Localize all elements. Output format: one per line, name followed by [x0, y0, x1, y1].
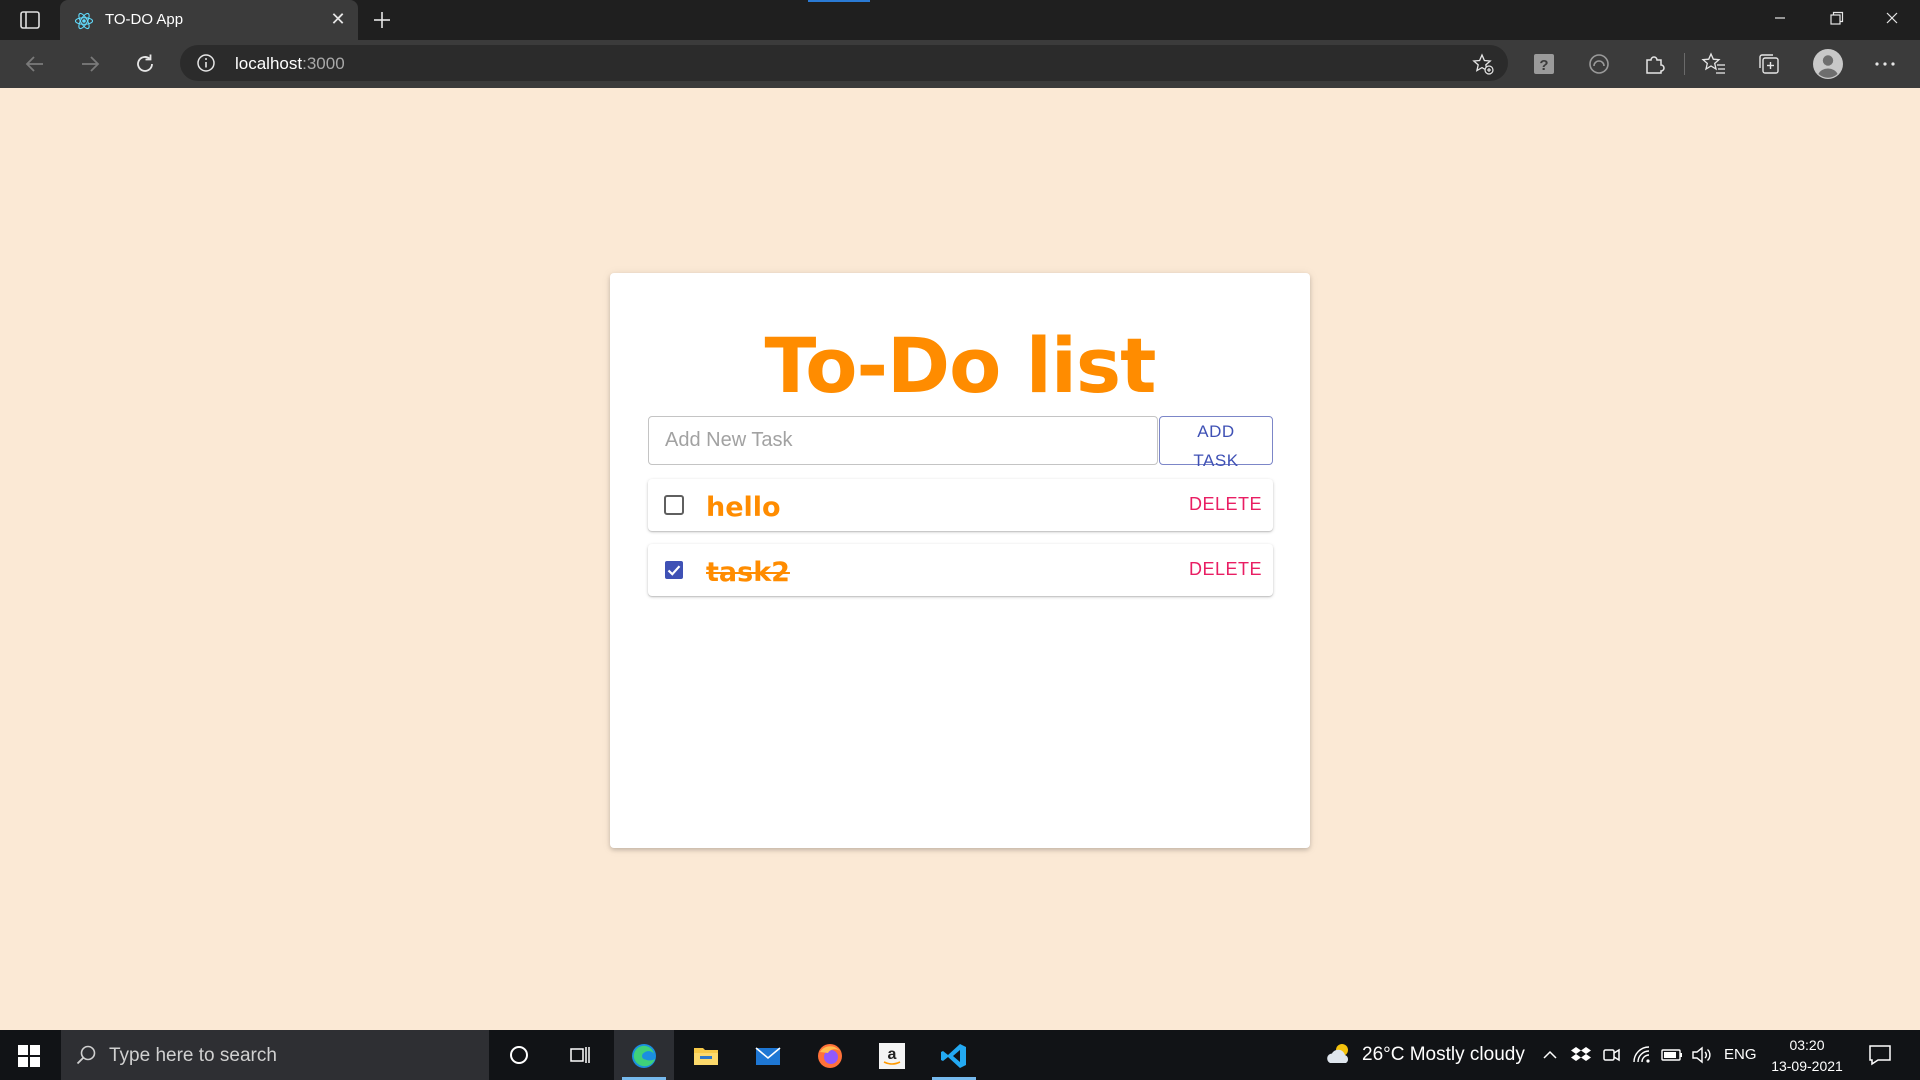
- taskbar-app-mail[interactable]: [738, 1030, 798, 1080]
- extension-circle-icon[interactable]: [1586, 51, 1612, 77]
- taskbar-app-file-explorer[interactable]: [676, 1030, 736, 1080]
- edge-icon: [632, 1044, 656, 1068]
- system-clock[interactable]: 03:20 13-09-2021: [1766, 1035, 1848, 1077]
- address-bar[interactable]: localhost:3000: [180, 45, 1508, 81]
- browser-titlebar: TO-DO App ✕: [0, 0, 1920, 40]
- language-indicator[interactable]: ENG: [1724, 1046, 1757, 1063]
- new-tab-icon[interactable]: [368, 6, 396, 34]
- taskbar-search[interactable]: Type here to search: [61, 1030, 489, 1080]
- back-arrow-icon[interactable]: [21, 50, 49, 78]
- page-title: To-Do list: [764, 321, 1157, 410]
- task-item: task2 DELETE: [648, 544, 1273, 596]
- amazon-icon: a: [879, 1043, 905, 1069]
- address-host: localhost: [235, 54, 303, 73]
- address-url: localhost:3000: [235, 54, 345, 74]
- taskbar-app-vscode[interactable]: [924, 1030, 984, 1080]
- tab-accent-line: [808, 0, 870, 2]
- wifi-icon[interactable]: [1631, 1044, 1653, 1066]
- svg-text:?: ?: [1539, 57, 1548, 74]
- checkbox-checked-icon[interactable]: [662, 558, 686, 582]
- tab-actions-icon[interactable]: [20, 11, 40, 29]
- profile-avatar-icon[interactable]: [1812, 48, 1844, 80]
- volume-icon[interactable]: [1690, 1044, 1712, 1066]
- minimize-icon[interactable]: [1752, 0, 1808, 36]
- refresh-icon[interactable]: [131, 50, 159, 78]
- react-icon: [74, 12, 94, 30]
- meet-now-icon[interactable]: [1600, 1044, 1622, 1066]
- tab-title: TO-DO App: [105, 11, 184, 28]
- windows-start-icon[interactable]: [18, 1045, 40, 1067]
- extensions-puzzle-icon[interactable]: [1641, 51, 1667, 77]
- favorites-icon[interactable]: [1701, 51, 1727, 77]
- vscode-icon: [941, 1044, 966, 1068]
- taskbar-app-amazon[interactable]: a: [862, 1030, 922, 1080]
- add-task-label-line1: ADD: [1197, 422, 1235, 441]
- tab-close-icon[interactable]: ✕: [328, 9, 348, 29]
- windows-taskbar: Type here to search a 26°C Mostly cloudy…: [0, 1030, 1920, 1080]
- search-placeholder: Type here to search: [109, 1045, 277, 1066]
- toolbar-separator: [1684, 53, 1685, 75]
- clock-time: 03:20: [1789, 1037, 1825, 1053]
- notifications-icon[interactable]: [1868, 1044, 1892, 1066]
- delete-button[interactable]: DELETE: [1184, 494, 1262, 515]
- browser-tab-active[interactable]: TO-DO App ✕: [60, 0, 358, 40]
- task-text-completed: task2: [706, 557, 790, 588]
- taskbar-app-firefox[interactable]: [800, 1030, 860, 1080]
- new-task-field[interactable]: [648, 416, 1158, 465]
- weather-text[interactable]: 26°C Mostly cloudy: [1362, 1044, 1525, 1066]
- new-task-input[interactable]: [649, 417, 1157, 464]
- delete-button[interactable]: DELETE: [1184, 559, 1262, 580]
- site-info-icon[interactable]: [196, 53, 216, 73]
- add-favorite-icon[interactable]: [1472, 53, 1494, 75]
- add-task-label-line2: TASK: [1193, 451, 1239, 470]
- task-view-icon[interactable]: [569, 1044, 591, 1066]
- task-item: hello DELETE: [648, 479, 1273, 531]
- more-options-icon[interactable]: [1872, 51, 1898, 77]
- svg-text:a: a: [888, 1046, 897, 1063]
- battery-icon[interactable]: [1661, 1044, 1683, 1066]
- clock-date: 13-09-2021: [1771, 1058, 1843, 1074]
- firefox-icon: [818, 1044, 842, 1068]
- window-close-icon[interactable]: [1864, 0, 1920, 36]
- todo-card: To-Do list ADD TASK hello DELETE task2 D…: [610, 273, 1310, 848]
- task-text: hello: [706, 492, 781, 523]
- search-icon: [76, 1045, 96, 1065]
- dropbox-icon[interactable]: [1570, 1044, 1592, 1066]
- extension-help-icon[interactable]: ?: [1531, 51, 1557, 77]
- checkbox-unchecked-icon[interactable]: [662, 493, 686, 517]
- chevron-up-icon[interactable]: [1541, 1044, 1559, 1066]
- weather-cloud-sun-icon[interactable]: [1324, 1040, 1354, 1068]
- forward-arrow-icon[interactable]: [76, 50, 104, 78]
- browser-toolbar: localhost:3000 ?: [0, 40, 1920, 88]
- taskbar-app-edge[interactable]: [614, 1030, 674, 1080]
- restore-icon[interactable]: [1808, 0, 1864, 36]
- address-port: :3000: [302, 54, 345, 73]
- mail-icon: [755, 1047, 781, 1065]
- collections-icon[interactable]: [1756, 51, 1782, 77]
- add-task-button[interactable]: ADD TASK: [1159, 416, 1273, 470]
- file-explorer-icon: [694, 1048, 718, 1065]
- cortana-icon[interactable]: [508, 1044, 530, 1066]
